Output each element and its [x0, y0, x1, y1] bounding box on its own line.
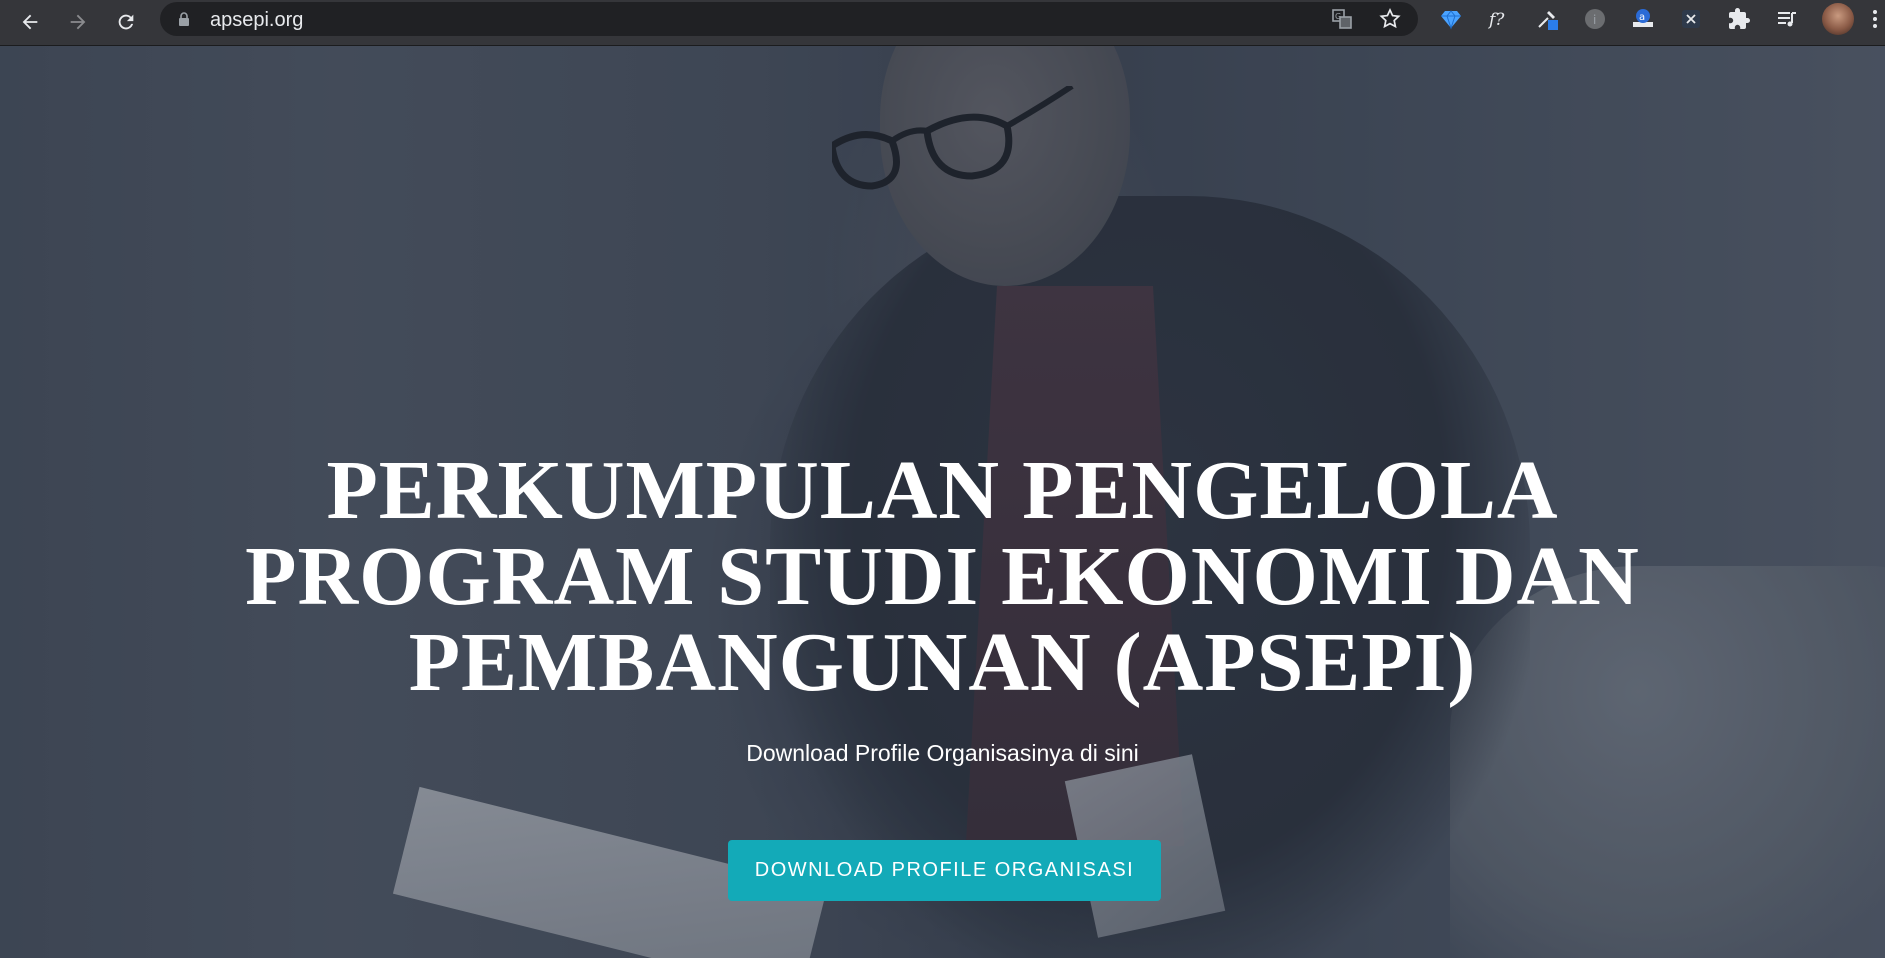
back-button[interactable] [13, 5, 47, 39]
extensions-button[interactable] [1725, 5, 1753, 33]
hero-title: PERKUMPULAN PENGELOLA PROGRAM STUDI EKON… [245, 444, 1640, 709]
info-extension[interactable]: i [1581, 5, 1609, 33]
back-arrow-icon [22, 14, 38, 30]
x-extension[interactable] [1677, 5, 1705, 33]
more-vertical-icon [1873, 10, 1877, 28]
svg-text:i: i [1593, 13, 1596, 27]
translate-icon[interactable]: G [1330, 7, 1354, 31]
svg-text:a: a [1639, 12, 1645, 23]
address-bar[interactable]: apsepi.org G [160, 2, 1418, 36]
font-finder-extension[interactable]: f? [1485, 5, 1513, 33]
x-extension-icon [1682, 10, 1700, 28]
eyedropper-extension[interactable] [1533, 5, 1561, 33]
profile-avatar[interactable] [1822, 3, 1854, 35]
font-finder-icon: f? [1487, 10, 1505, 30]
puzzle-icon [1729, 8, 1750, 29]
lock-icon [179, 12, 189, 26]
forward-button[interactable] [61, 5, 95, 39]
reload-icon [118, 14, 134, 30]
media-queue-button[interactable] [1773, 5, 1801, 33]
eyedropper-icon [1538, 11, 1558, 30]
hero-subtitle: Download Profile Organisasinya di sini [746, 740, 1139, 766]
reload-button[interactable] [109, 5, 143, 39]
svg-text:G: G [1335, 12, 1341, 21]
amazon-assistant-extension[interactable]: a [1629, 5, 1657, 33]
download-profile-button[interactable]: DOWNLOAD PROFILE ORGANISASI [728, 840, 1161, 901]
forward-arrow-icon [70, 14, 86, 30]
gem-extension[interactable] [1437, 5, 1465, 33]
browser-toolbar: apsepi.org G f? i a [0, 0, 1885, 46]
svg-text:f?: f? [1487, 10, 1505, 30]
menu-button[interactable] [1868, 5, 1882, 33]
info-circle-icon: i [1585, 9, 1605, 29]
amazon-assistant-icon: a [1633, 9, 1653, 27]
media-queue-icon [1778, 12, 1796, 27]
gem-icon [1441, 10, 1461, 30]
bookmark-star-icon[interactable] [1378, 7, 1402, 31]
url-text: apsepi.org [210, 9, 304, 31]
